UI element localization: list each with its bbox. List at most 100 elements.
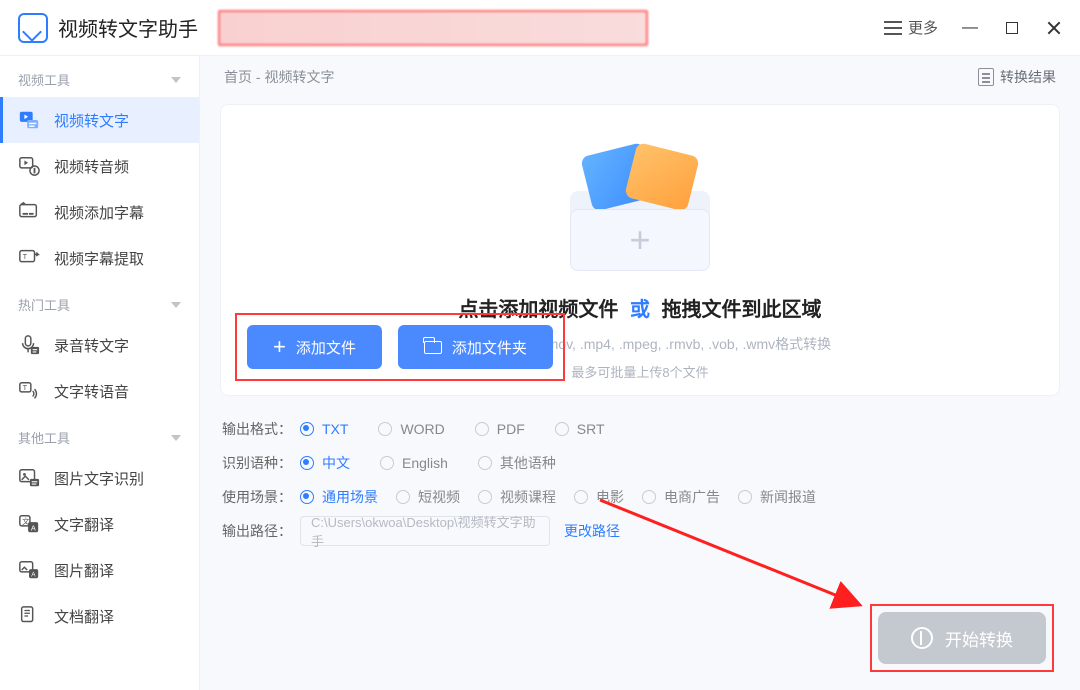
radio-option[interactable]: 短视频 [396, 487, 460, 507]
breadcrumb-bar: 首页 - 视频转文字 转换结果 [200, 56, 1080, 98]
document-icon [978, 68, 994, 86]
sidebar-item-audio-to-text[interactable]: 录音转文字 [0, 322, 199, 368]
sidebar-item-text-translate[interactable]: 文A 文字翻译 [0, 501, 199, 547]
output-path-label: 输出路径： [222, 521, 300, 541]
row-scene: 使用场景： 通用场景短视频视频课程电影电商广告新闻报道 [222, 480, 1058, 514]
sidebar-item-label: 图片文字识别 [54, 468, 144, 489]
redacted-banner [218, 10, 648, 46]
radio-dot-icon [738, 490, 752, 504]
radio-dot-icon [300, 422, 314, 436]
add-buttons-highlight: + 添加文件 添加文件夹 [235, 313, 565, 381]
radio-dot-icon [478, 456, 492, 470]
radio-label: TXT [322, 421, 348, 437]
sidebar-group-label: 其他工具 [18, 428, 70, 447]
sidebar-item-label: 文字翻译 [54, 514, 114, 535]
image-text-icon [18, 467, 40, 489]
radio-option[interactable]: WORD [378, 421, 444, 437]
maximize-button[interactable] [1004, 20, 1020, 36]
radio-option[interactable]: 电商广告 [642, 487, 720, 507]
sidebar-item-video-to-audio[interactable]: 视频转音频 [0, 143, 199, 189]
sidebar-item-label: 视频字幕提取 [54, 248, 144, 269]
radio-label: 电商广告 [664, 487, 720, 507]
radio-option[interactable]: 中文 [300, 453, 350, 473]
window-controls: — [962, 20, 1062, 36]
radio-label: 新闻报道 [760, 487, 816, 507]
more-button[interactable]: 更多 [884, 17, 938, 38]
sidebar-item-subtitle-extract[interactable]: T 视频字幕提取 [0, 235, 199, 281]
output-path-field[interactable]: C:\Users\okwoa\Desktop\视频转文字助手 [300, 516, 550, 546]
sidebar-item-video-to-text[interactable]: 视频转文字 [0, 97, 199, 143]
minimize-button[interactable]: — [962, 20, 978, 36]
radio-label: 视频课程 [500, 487, 556, 507]
sidebar-group-label: 热门工具 [18, 295, 70, 314]
translate-icon: 文A [18, 513, 40, 535]
radio-option[interactable]: 视频课程 [478, 487, 556, 507]
radio-option[interactable]: PDF [475, 421, 525, 437]
sidebar-item-label: 视频转文字 [54, 110, 129, 131]
chevron-down-icon [171, 302, 181, 308]
close-button[interactable] [1046, 20, 1062, 36]
results-label: 转换结果 [1000, 67, 1056, 87]
breadcrumb-current: 视频转文字 [264, 69, 334, 85]
change-path-link[interactable]: 更改路径 [564, 521, 620, 541]
sidebar-item-doc-translate[interactable]: 文档翻译 [0, 593, 199, 639]
sidebar-item-image-translate[interactable]: A 图片翻译 [0, 547, 199, 593]
sidebar-item-text-to-speech[interactable]: T 文字转语音 [0, 368, 199, 414]
image-translate-icon: A [18, 559, 40, 581]
subtitle-extract-icon: T [18, 247, 40, 269]
mic-text-icon [18, 334, 40, 356]
radio-option[interactable]: SRT [555, 421, 605, 437]
radio-dot-icon [555, 422, 569, 436]
radio-label: WORD [400, 421, 444, 437]
radio-label: PDF [497, 421, 525, 437]
sidebar-item-ocr[interactable]: 图片文字识别 [0, 455, 199, 501]
radio-dot-icon [378, 422, 392, 436]
add-file-button[interactable]: + 添加文件 [247, 325, 382, 369]
row-output-path: 输出路径： C:\Users\okwoa\Desktop\视频转文字助手 更改路… [222, 514, 1058, 548]
video-audio-icon [18, 155, 40, 177]
start-conversion-button[interactable]: 开始转换 [878, 612, 1046, 664]
sidebar-item-label: 录音转文字 [54, 335, 129, 356]
app-title: 视频转文字助手 [58, 13, 198, 42]
sidebar-group-video[interactable]: 视频工具 [0, 56, 199, 97]
sidebar-item-label: 视频转音频 [54, 156, 129, 177]
title-bar: 视频转文字助手 更多 — [0, 0, 1080, 56]
radio-label: 短视频 [418, 487, 460, 507]
svg-text:A: A [31, 523, 36, 532]
app-logo-icon [18, 13, 48, 43]
radio-label: 通用场景 [322, 487, 378, 507]
radio-dot-icon [396, 490, 410, 504]
sidebar-item-video-add-subtitle[interactable]: 视频添加字幕 [0, 189, 199, 235]
chevron-down-icon [171, 435, 181, 441]
radio-label: English [402, 455, 448, 471]
sidebar-group-other[interactable]: 其他工具 [0, 414, 199, 455]
sidebar-group-hot[interactable]: 热门工具 [0, 281, 199, 322]
radio-option[interactable]: 新闻报道 [738, 487, 816, 507]
radio-label: 其他语种 [500, 453, 556, 473]
radio-dot-icon [475, 422, 489, 436]
radio-option[interactable]: 电影 [574, 487, 624, 507]
radio-option[interactable]: English [380, 453, 448, 473]
radio-option[interactable]: 通用场景 [300, 487, 378, 507]
upload-dropzone[interactable]: + 点击添加视频文件 或 拖拽文件到此区域 支持.avi, .mkv, .mov… [220, 104, 1060, 396]
start-button-highlight: 开始转换 [870, 604, 1054, 672]
radio-option[interactable]: 其他语种 [478, 453, 556, 473]
video-text-icon [18, 109, 40, 131]
menu-icon [884, 21, 902, 35]
convert-icon [911, 627, 933, 649]
more-label: 更多 [908, 17, 938, 38]
radio-dot-icon [642, 490, 656, 504]
scene-radios: 通用场景 短视频 视频课程电影 电商广告 新闻报道 [300, 487, 816, 507]
main-panel: 首页 - 视频转文字 转换结果 + 点击添加视频文件 或 拖拽文件到此区域 支持… [200, 56, 1080, 690]
conversion-results-link[interactable]: 转换结果 [978, 67, 1056, 87]
svg-text:T: T [23, 383, 28, 392]
add-file-label: 添加文件 [296, 337, 356, 358]
breadcrumb-home[interactable]: 首页 [224, 69, 252, 85]
output-format-radios: TXT WORD PDF SRT [300, 421, 605, 437]
drop-limit: 最多可批量上传8个文件 [571, 362, 708, 381]
add-folder-button[interactable]: 添加文件夹 [398, 325, 553, 369]
sidebar-item-label: 视频添加字幕 [54, 202, 144, 223]
doc-translate-icon [18, 605, 40, 627]
radio-option[interactable]: TXT [300, 421, 348, 437]
radio-dot-icon [478, 490, 492, 504]
